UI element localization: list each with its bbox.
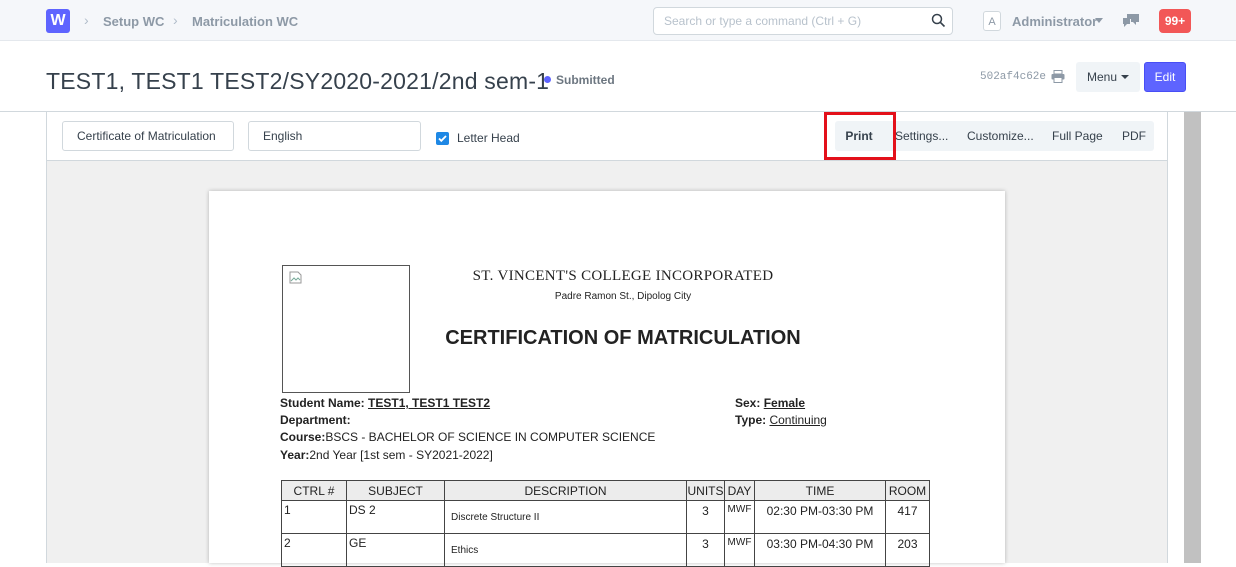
cell-ctrl: 2: [281, 533, 347, 567]
search-input[interactable]: [654, 8, 924, 34]
chevron-right-icon: ›: [84, 12, 89, 28]
status-text: Submitted: [556, 73, 615, 87]
cell-units: 3: [686, 500, 725, 534]
table-header-row: CTRL # SUBJECT DESCRIPTION UNITS DAY TIM…: [281, 480, 930, 501]
course-value: BSCS - BACHELOR OF SCIENCE IN COMPUTER S…: [325, 430, 656, 444]
student-name-value: TEST1, TEST1 TEST2: [368, 396, 491, 410]
type-label: Type:: [735, 413, 767, 427]
col-description: DESCRIPTION: [444, 480, 687, 501]
settings-button[interactable]: Settings...: [895, 121, 948, 151]
customize-button[interactable]: Customize...: [967, 121, 1034, 151]
col-room: ROOM: [885, 480, 930, 501]
breadcrumb-matriculation-wc[interactable]: Matriculation WC: [192, 14, 298, 29]
school-address: Padre Ramon St., Dipolog City: [554, 291, 692, 302]
col-units: UNITS: [686, 480, 725, 501]
menu-button-label: Menu: [1086, 70, 1118, 84]
status-dot-icon: [544, 76, 551, 83]
status-indicator: Submitted: [544, 73, 615, 87]
subjects-table: CTRL # SUBJECT DESCRIPTION UNITS DAY TIM…: [281, 480, 930, 567]
school-name: ST. VINCENT'S COLLEGE INCORPORATED: [472, 268, 774, 284]
page-head: TEST1, TEST1 TEST2/SY2020-2021/2nd sem-1…: [0, 41, 1236, 112]
menu-button[interactable]: Menu: [1076, 62, 1140, 92]
type-field: Type: Continuing: [735, 413, 827, 427]
col-subject: SUBJECT: [346, 480, 445, 501]
checkmark-icon: [438, 135, 447, 143]
cell-day: MWF: [724, 500, 755, 534]
cell-time: 02:30 PM-03:30 PM: [754, 500, 886, 534]
document-hash: 502af4c62e: [980, 71, 1047, 83]
student-name-label: Student Name:: [280, 396, 365, 410]
year-label: Year:: [280, 448, 310, 462]
breadcrumb-setup-wc[interactable]: Setup WC: [103, 14, 164, 29]
print-toolbar: Certificate of Matriculation English Let…: [47, 112, 1167, 161]
printer-icon[interactable]: [1051, 70, 1065, 88]
course-label: Course:: [280, 430, 326, 444]
cell-time: 03:30 PM-04:30 PM: [754, 533, 886, 567]
table-row: 2 GE Ethics 3 MWF 03:30 PM-04:30 PM 203: [281, 533, 930, 567]
chat-icon[interactable]: [1122, 13, 1140, 34]
broken-image-icon: [289, 271, 302, 289]
print-highlight-box: [824, 112, 896, 160]
cell-ctrl: 1: [281, 500, 347, 534]
cell-subject: DS 2: [346, 500, 445, 534]
student-photo: [282, 265, 410, 393]
table-row: 1 DS 2 Discrete Structure II 3 MWF 02:30…: [281, 500, 930, 534]
chevron-down-icon[interactable]: [1095, 18, 1103, 23]
year-field: Year:2nd Year [1st sem - SY2021-2022]: [280, 448, 493, 462]
user-menu[interactable]: Administrator: [1012, 14, 1097, 29]
language-select[interactable]: English: [248, 121, 421, 151]
app-logo[interactable]: W: [46, 9, 70, 33]
caret-down-icon: [1121, 75, 1130, 79]
chevron-right-icon: ›: [173, 12, 178, 28]
edit-button[interactable]: Edit: [1144, 62, 1186, 92]
student-name-field: Student Name: TEST1, TEST1 TEST2: [280, 396, 490, 410]
col-time: TIME: [754, 480, 886, 501]
sex-field: Sex: Female: [735, 396, 805, 410]
pdf-button[interactable]: PDF: [1122, 121, 1146, 151]
year-value: 2nd Year [1st sem - SY2021-2022]: [309, 448, 493, 462]
cell-room: 203: [885, 533, 930, 567]
department-field: Department:: [280, 413, 351, 427]
page-title: TEST1, TEST1 TEST2/SY2020-2021/2nd sem-1: [46, 68, 550, 94]
type-value: Continuing: [769, 413, 827, 427]
cell-day: MWF: [724, 533, 755, 567]
scrollbar[interactable]: [1184, 112, 1201, 563]
letter-head-checkbox[interactable]: [436, 132, 449, 145]
cell-units: 3: [686, 533, 725, 567]
sex-value: Female: [763, 396, 806, 410]
cell-description: Ethics: [444, 533, 687, 567]
search-icon[interactable]: [931, 13, 946, 33]
avatar[interactable]: A: [983, 11, 1001, 31]
col-day: DAY: [724, 480, 755, 501]
full-page-button[interactable]: Full Page: [1052, 121, 1103, 151]
department-label: Department:: [280, 413, 351, 427]
cell-room: 417: [885, 500, 930, 534]
print-format-select[interactable]: Certificate of Matriculation: [62, 121, 234, 151]
sex-label: Sex:: [735, 396, 761, 410]
navbar: W › Setup WC › Matriculation WC A Admini…: [0, 0, 1236, 41]
letter-head-label: Letter Head: [457, 131, 520, 145]
cell-description: Discrete Structure II: [444, 500, 687, 534]
notifications-badge[interactable]: 99+: [1159, 9, 1191, 33]
course-field: Course:BSCS - BACHELOR OF SCIENCE IN COM…: [280, 430, 655, 444]
search-box: [653, 7, 953, 35]
cell-subject: GE: [346, 533, 445, 567]
certificate-title: CERTIFICATION OF MATRICULATION: [445, 327, 801, 349]
col-ctrl: CTRL #: [281, 480, 347, 501]
